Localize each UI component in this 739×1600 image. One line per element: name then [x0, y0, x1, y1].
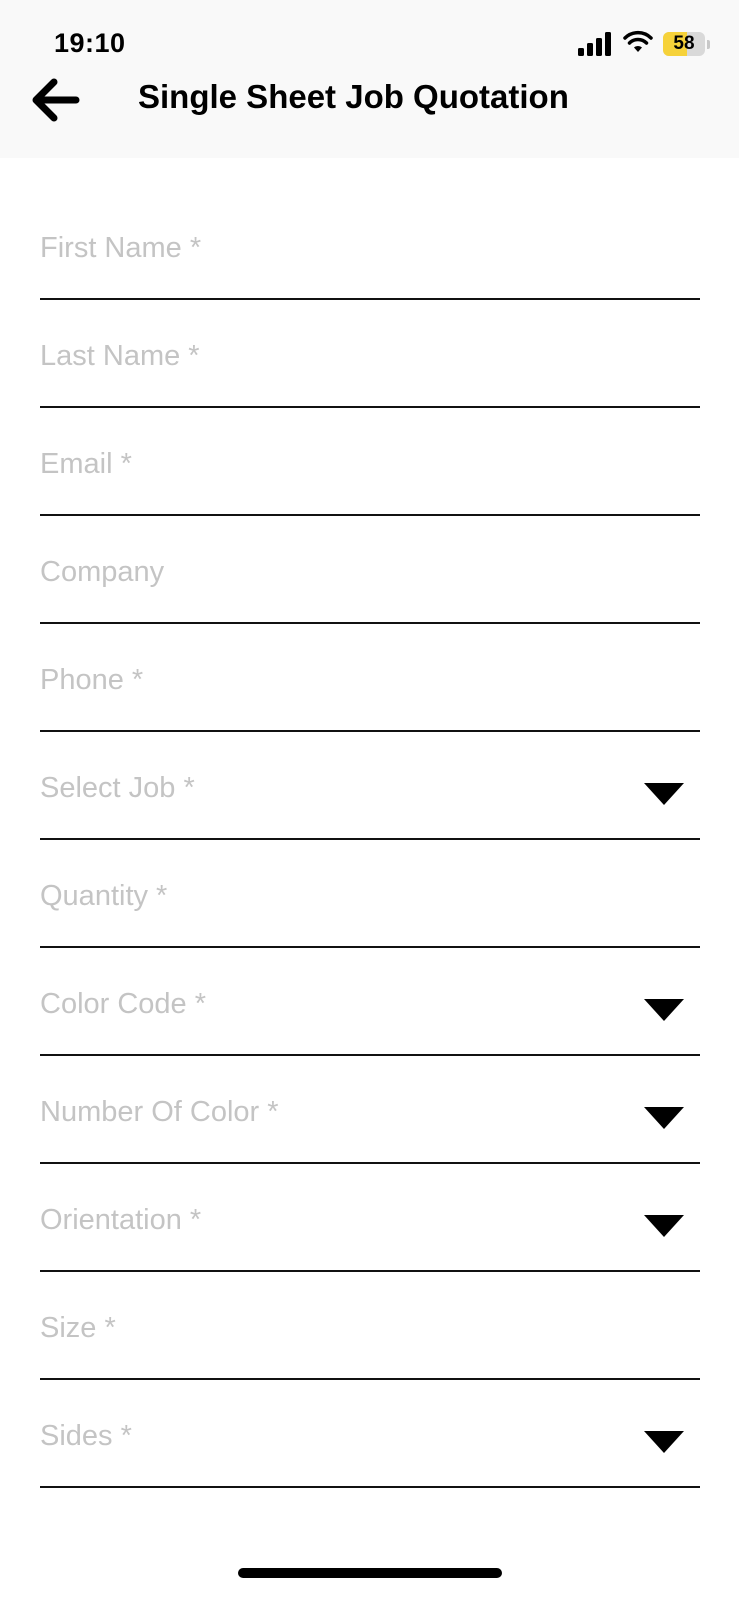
- cellular-signal-icon: [578, 32, 611, 56]
- battery-cap: [707, 40, 710, 49]
- dropdown-arrow-icon[interactable]: [644, 1431, 684, 1453]
- company-placeholder: Company: [40, 556, 165, 588]
- color-code-placeholder: Color Code *: [40, 988, 207, 1020]
- dropdown-arrow-icon[interactable]: [644, 1215, 684, 1237]
- dropdown-arrow-icon[interactable]: [644, 783, 684, 805]
- battery-level: 58: [673, 33, 695, 54]
- battery-icon: 58: [663, 32, 705, 56]
- email-field[interactable]: Email *: [40, 408, 700, 516]
- home-indicator[interactable]: [238, 1568, 502, 1578]
- status-bar: 19:10 58: [0, 0, 739, 62]
- last-name-placeholder: Last Name *: [40, 340, 200, 372]
- size-placeholder: Size *: [40, 1312, 116, 1344]
- app-bar: Single Sheet Job Quotation: [0, 62, 739, 158]
- select-job-placeholder: Select Job *: [40, 772, 195, 804]
- orientation-dropdown[interactable]: Orientation *: [40, 1164, 700, 1272]
- page-title: Single Sheet Job Quotation: [138, 78, 569, 115]
- sides-placeholder: Sides *: [40, 1420, 132, 1452]
- quantity-placeholder: Quantity *: [40, 880, 168, 912]
- email-placeholder: Email *: [40, 448, 132, 480]
- size-field[interactable]: Size *: [40, 1272, 700, 1380]
- arrow-left-icon: [32, 78, 80, 122]
- select-job-dropdown[interactable]: Select Job *: [40, 732, 700, 840]
- first-name-placeholder: First Name *: [40, 232, 202, 264]
- dropdown-arrow-icon[interactable]: [644, 1107, 684, 1129]
- quotation-form: First Name * Last Name * Email * Company Pho…: [40, 192, 700, 1488]
- number-of-color-placeholder: Number Of Color *: [40, 1096, 279, 1128]
- company-field[interactable]: Company: [40, 516, 700, 624]
- quantity-field[interactable]: Quantity *: [40, 840, 700, 948]
- status-time: 19:10: [54, 28, 126, 58]
- orientation-placeholder: Orientation *: [40, 1204, 202, 1236]
- first-name-field[interactable]: First Name *: [40, 192, 700, 300]
- sides-dropdown[interactable]: Sides *: [40, 1380, 700, 1488]
- dropdown-arrow-icon[interactable]: [644, 999, 684, 1021]
- last-name-field[interactable]: Last Name *: [40, 300, 700, 408]
- wifi-icon: [623, 30, 653, 52]
- phone-field[interactable]: Phone *: [40, 624, 700, 732]
- color-code-dropdown[interactable]: Color Code *: [40, 948, 700, 1056]
- phone-placeholder: Phone *: [40, 664, 144, 696]
- number-of-color-dropdown[interactable]: Number Of Color *: [40, 1056, 700, 1164]
- back-button[interactable]: [26, 74, 86, 126]
